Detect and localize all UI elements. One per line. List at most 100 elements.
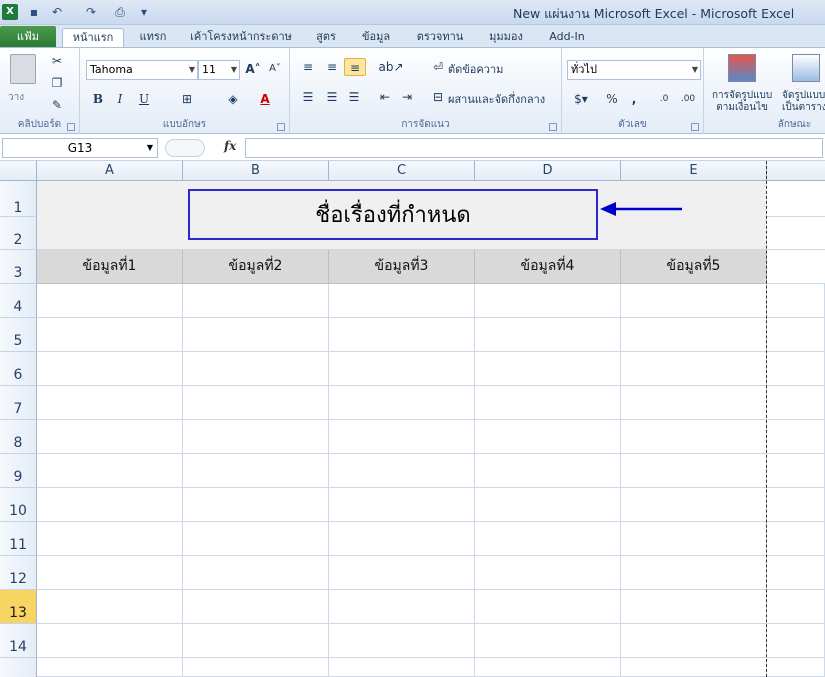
cell-b13[interactable] [183,590,329,624]
cell-e12[interactable] [621,556,767,590]
format-as-table-icon[interactable] [792,54,820,82]
cell-f15[interactable] [767,658,825,677]
cell-d4[interactable] [475,284,621,318]
cell-e5[interactable] [621,318,767,352]
cell-f5[interactable] [767,318,825,352]
cell-f2[interactable] [767,217,825,250]
cell-c13[interactable] [329,590,475,624]
row-header-13[interactable]: 13 [0,590,37,624]
cell-e9[interactable] [621,454,767,488]
decrease-indent-icon[interactable]: ⇤ [376,88,394,106]
cell-f8[interactable] [767,420,825,454]
cell-b14[interactable] [183,624,329,658]
tab-page-layout[interactable]: เค้าโครงหน้ากระดาษ [186,28,296,48]
cell-a14[interactable] [37,624,183,658]
cell-d5[interactable] [475,318,621,352]
clipboard-launcher-icon[interactable]: . [67,123,75,131]
select-all-corner[interactable] [0,161,37,181]
percent-icon[interactable]: % [604,90,620,108]
cell-b5[interactable] [183,318,329,352]
align-center-icon[interactable]: ☰ [322,88,342,106]
cell-e8[interactable] [621,420,767,454]
worksheet-grid[interactable]: A B C D E 1 2 3 4 5 6 7 8 9 10 11 12 13 … [0,161,825,677]
row-header-8[interactable]: 8 [0,420,37,454]
cell-c10[interactable] [329,488,475,522]
wrap-text-icon[interactable]: ⏎ [430,58,446,76]
paste-icon[interactable] [10,54,36,84]
fill-color-icon[interactable]: ◈ [224,90,242,108]
borders-icon[interactable]: ⊞ [178,90,196,108]
row-header-7[interactable]: 7 [0,386,37,420]
underline-icon[interactable]: U [136,90,152,108]
cell-e4[interactable] [621,284,767,318]
cell-d7[interactable] [475,386,621,420]
cell-f3[interactable] [767,250,825,284]
cell-e10[interactable] [621,488,767,522]
column-header-c[interactable]: C [329,161,475,181]
row-header-9[interactable]: 9 [0,454,37,488]
cut-icon[interactable]: ✂ [50,52,64,70]
cell-e7[interactable] [621,386,767,420]
row-header-3[interactable]: 3 [0,250,37,284]
cell-d11[interactable] [475,522,621,556]
align-left-icon[interactable]: ☰ [298,88,318,106]
alignment-launcher-icon[interactable]: . [549,123,557,131]
column-header-d[interactable]: D [475,161,621,181]
shrink-font-icon[interactable]: A˅ [266,60,284,78]
cell-b15[interactable] [183,658,329,677]
row-header-14[interactable]: 14 [0,624,37,658]
undo-icon[interactable]: ↶ [50,4,64,20]
cell-a9[interactable] [37,454,183,488]
tab-review[interactable]: ตรวจทาน [410,28,470,48]
cell-c5[interactable] [329,318,475,352]
cell-a15[interactable] [37,658,183,677]
cell-f10[interactable] [767,488,825,522]
cell-a5[interactable] [37,318,183,352]
cell-f11[interactable] [767,522,825,556]
tab-view[interactable]: มุมมอง [482,28,530,48]
cell-c9[interactable] [329,454,475,488]
cell-d8[interactable] [475,420,621,454]
tab-home[interactable]: หน้าแรก [62,28,124,48]
row-header-2[interactable]: 2 [0,217,37,250]
row-header-1[interactable]: 1 [0,181,37,217]
cell-e11[interactable] [621,522,767,556]
cell-d6[interactable] [475,352,621,386]
conditional-formatting-button[interactable]: การจัดรูปแบบ ตามเงื่อนไข [712,90,772,114]
cell-c7[interactable] [329,386,475,420]
cell-a12[interactable] [37,556,183,590]
cell-a8[interactable] [37,420,183,454]
cell-b8[interactable] [183,420,329,454]
cell-f1[interactable] [767,181,825,217]
comma-icon[interactable]: , [628,90,640,108]
grow-font-icon[interactable]: A˄ [244,60,262,78]
align-right-icon[interactable]: ☰ [344,88,364,106]
tab-file[interactable]: แฟ้ม [0,26,56,48]
column-header-b[interactable]: B [183,161,329,181]
formula-bar-toggle[interactable] [165,139,205,157]
row-header-12[interactable]: 12 [0,556,37,590]
font-color-icon[interactable]: A [256,90,274,108]
cell-d10[interactable] [475,488,621,522]
redo-icon[interactable]: ↷ [84,4,98,20]
font-name-combo[interactable]: Tahoma ▼ [86,60,198,80]
align-top-icon[interactable]: ≡ [298,58,318,76]
customize-toolbar-icon[interactable]: ▾ [137,4,151,20]
cell-b9[interactable] [183,454,329,488]
column-header-f[interactable] [767,161,825,181]
cell-e6[interactable] [621,352,767,386]
cell-e13[interactable] [621,590,767,624]
font-size-dropdown-icon[interactable]: ▼ [231,61,237,79]
header-cell-3[interactable]: ข้อมูลที่3 [329,250,475,284]
cell-d12[interactable] [475,556,621,590]
font-name-dropdown-icon[interactable]: ▼ [189,61,195,79]
cell-f7[interactable] [767,386,825,420]
align-bottom-icon[interactable]: ≡ [344,58,366,76]
merge-center-label[interactable]: ผสานและจัดกึ่งกลาง [448,90,545,108]
save-icon[interactable]: ▪ [27,4,41,20]
cell-e15[interactable] [621,658,767,677]
insert-function-icon[interactable]: fx [224,139,236,153]
cell-d13[interactable] [475,590,621,624]
number-format-dropdown-icon[interactable]: ▼ [692,61,698,79]
wrap-text-label[interactable]: ตัดข้อความ [448,60,503,78]
